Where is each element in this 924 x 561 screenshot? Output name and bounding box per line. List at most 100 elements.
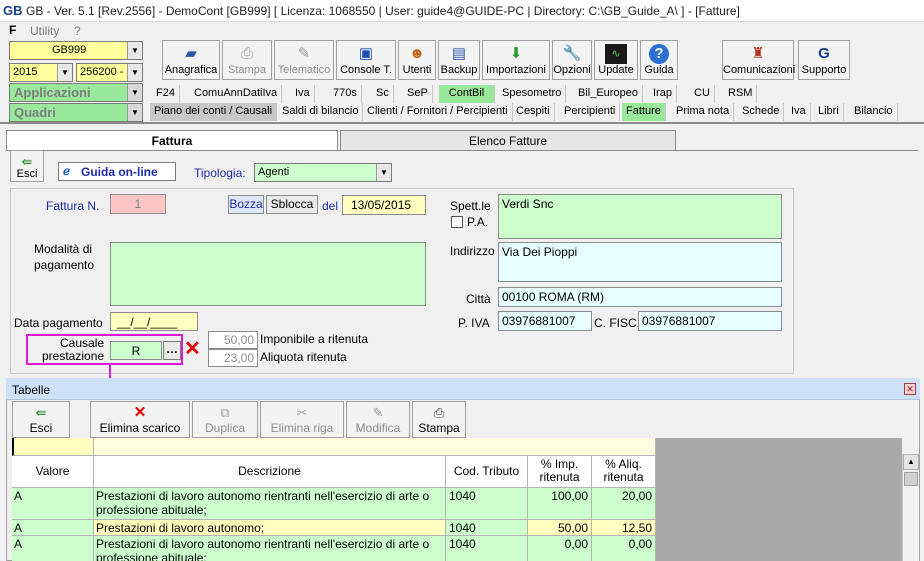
telematico-button[interactable]: ✎ Telematico	[274, 40, 334, 80]
tab-f24[interactable]: F24	[152, 85, 180, 103]
tab-770s[interactable]: 770s	[329, 85, 362, 103]
company-select[interactable]: GB999 ▼	[9, 41, 143, 60]
applicazioni-select[interactable]: Applicazioni ▼	[9, 83, 143, 102]
table-cell-cod[interactable]: 1040	[446, 536, 528, 561]
column-header-imp[interactable]: % Imp. ritenuta	[528, 456, 592, 488]
chevron-down-icon[interactable]: ▼	[127, 84, 142, 101]
comunicazioni-button[interactable]: ♜ Comunicazioni	[722, 40, 795, 80]
tab-spesometro[interactable]: Spesometro	[498, 85, 567, 103]
table-row[interactable]: A	[12, 488, 94, 520]
table-cell-aliq[interactable]: 0,00	[592, 536, 656, 561]
tab-sep[interactable]: SeP	[403, 85, 433, 103]
tab-sc[interactable]: Sc	[372, 85, 394, 103]
modifica-button[interactable]: ✎ Modifica	[346, 401, 410, 438]
table-cell-imp[interactable]: 100,00	[528, 488, 592, 520]
table-cell-imp[interactable]: 0,00	[528, 536, 592, 561]
tabelle-stampa-button[interactable]: ⎙ Stampa	[412, 401, 466, 438]
stampa-button[interactable]: ⎙ Stampa	[222, 40, 272, 80]
utenti-button[interactable]: ☻ Utenti	[398, 40, 436, 80]
tab-fatture[interactable]: Fatture	[622, 103, 666, 121]
year-select[interactable]: 2015 ▼	[9, 63, 73, 82]
tab-cu[interactable]: CU	[690, 85, 715, 103]
table-cell-imp[interactable]: 50,00	[528, 520, 592, 536]
column-header-descrizione[interactable]: Descrizione	[94, 456, 446, 488]
table-row[interactable]: A	[12, 520, 94, 536]
fattura-date-field[interactable]: 13/05/2015	[342, 195, 426, 215]
tab-cespiti[interactable]: Cespiti	[512, 103, 555, 121]
tab-iva-libro[interactable]: Iva	[787, 103, 811, 121]
update-button[interactable]: ∿ Update	[594, 40, 638, 80]
tab-prima-nota[interactable]: Prima nota	[672, 103, 735, 121]
tab-bil-europeo[interactable]: Bil_Europeo	[574, 85, 643, 103]
table-row[interactable]: A	[12, 536, 94, 561]
spett-field[interactable]: Verdi Snc	[498, 194, 782, 239]
app-menu-logo[interactable]: F	[9, 23, 16, 37]
console-button[interactable]: ▣ Console T.	[336, 40, 396, 80]
citta-field[interactable]: 00100 ROMA (RM)	[498, 287, 782, 307]
modalita-pagamento-field[interactable]	[110, 242, 426, 306]
duplica-button[interactable]: ⧉ Duplica	[192, 401, 258, 438]
tab-libri[interactable]: Libri	[814, 103, 844, 121]
causale-browse-button[interactable]: …	[163, 341, 181, 360]
backup-button[interactable]: ▤ Backup	[438, 40, 480, 80]
chevron-down-icon[interactable]: ▼	[127, 42, 142, 59]
chevron-down-icon[interactable]: ▼	[127, 104, 142, 121]
tab-clienti-fornitori[interactable]: Clienti / Fornitori / Percipienti	[363, 103, 513, 121]
indirizzo-field[interactable]: Via Dei Pioppi	[498, 242, 782, 282]
pa-checkbox[interactable]	[451, 216, 463, 228]
tab-percipienti[interactable]: Percipienti	[560, 103, 621, 121]
filter-input[interactable]	[12, 438, 94, 456]
anagrafica-button[interactable]: ▰ Anagrafica	[162, 40, 220, 80]
tipologia-select[interactable]: Agenti ▼	[254, 163, 392, 182]
menu-help[interactable]: ?	[74, 24, 81, 38]
fattura-number-field[interactable]: 1	[110, 194, 166, 214]
column-header-aliq[interactable]: % Aliq. ritenuta	[592, 456, 656, 488]
tab-schede[interactable]: Schede	[738, 103, 785, 121]
chevron-down-icon[interactable]: ▼	[57, 64, 72, 81]
causale-field[interactable]: R	[110, 341, 162, 360]
tab-piano-dei-conti[interactable]: Piano dei conti / Causali	[150, 103, 278, 121]
code-select[interactable]: 256200 - ▼	[76, 63, 143, 82]
close-icon[interactable]: ✕	[904, 383, 916, 395]
guida-online-button[interactable]: ℯ Guida on-line	[58, 162, 176, 181]
data-pagamento-field[interactable]: __/__/____	[110, 312, 198, 331]
tab-contbil[interactable]: ContBil	[439, 85, 495, 103]
column-header-cod-tributo[interactable]: Cod. Tributo	[446, 456, 528, 488]
scroll-up-icon[interactable]: ▲	[903, 454, 919, 470]
scrollbar-thumb[interactable]	[904, 472, 918, 486]
table-cell-cod[interactable]: 1040	[446, 488, 528, 520]
column-header-valore[interactable]: Valore	[12, 456, 94, 488]
vertical-scrollbar[interactable]: ▲	[902, 454, 919, 561]
table-cell-aliq[interactable]: 20,00	[592, 488, 656, 520]
menu-utility[interactable]: Utility	[30, 24, 59, 38]
opzioni-button[interactable]: 🔧 Opzioni	[552, 40, 592, 80]
tab-iva[interactable]: Iva	[291, 85, 315, 103]
cfisc-field[interactable]: 03976881007	[638, 311, 782, 331]
table-cell-aliq[interactable]: 12,50	[592, 520, 656, 536]
table-cell-cod[interactable]: 1040	[446, 520, 528, 536]
red-x-icon[interactable]: ✕	[184, 339, 204, 359]
chevron-down-icon[interactable]: ▼	[127, 64, 142, 81]
table-cell-descrizione[interactable]: Prestazioni di lavoro autonomo;	[94, 520, 446, 536]
tabelle-esci-button[interactable]: ⇚ Esci	[12, 401, 70, 438]
table-cell-descrizione[interactable]: Prestazioni di lavoro autonomo rientrant…	[94, 536, 446, 561]
elimina-riga-button[interactable]: ✂ Elimina riga	[260, 401, 344, 438]
elimina-scarico-button[interactable]: ✕ Elimina scarico	[90, 401, 190, 438]
supporto-button[interactable]: G Supporto	[798, 40, 850, 80]
bozza-button[interactable]: Bozza	[228, 195, 264, 214]
quadri-select[interactable]: Quadri ▼	[9, 103, 143, 122]
tab-comuanndatiiva[interactable]: ComuAnnDatiIva	[190, 85, 283, 103]
tab-elenco-fatture[interactable]: Elenco Fatture	[340, 130, 676, 151]
tab-rsm[interactable]: RSM	[724, 85, 758, 103]
guida-button[interactable]: ? Guida	[640, 40, 678, 80]
tab-bilancio[interactable]: Bilancio	[850, 103, 898, 121]
piva-field[interactable]: 03976881007	[498, 311, 592, 331]
chevron-down-icon[interactable]: ▼	[376, 164, 391, 181]
tab-fattura[interactable]: Fattura	[6, 130, 338, 151]
importazioni-button[interactable]: ⬇ Importazioni	[482, 40, 550, 80]
tab-saldi-di-bilancio[interactable]: Saldi di bilancio	[278, 103, 364, 121]
table-cell-descrizione[interactable]: Prestazioni di lavoro autonomo rientrant…	[94, 488, 446, 520]
tab-irap[interactable]: Irap	[649, 85, 677, 103]
esci-button[interactable]: ⇚ Esci	[10, 150, 44, 182]
sblocca-button[interactable]: Sblocca	[266, 195, 318, 214]
